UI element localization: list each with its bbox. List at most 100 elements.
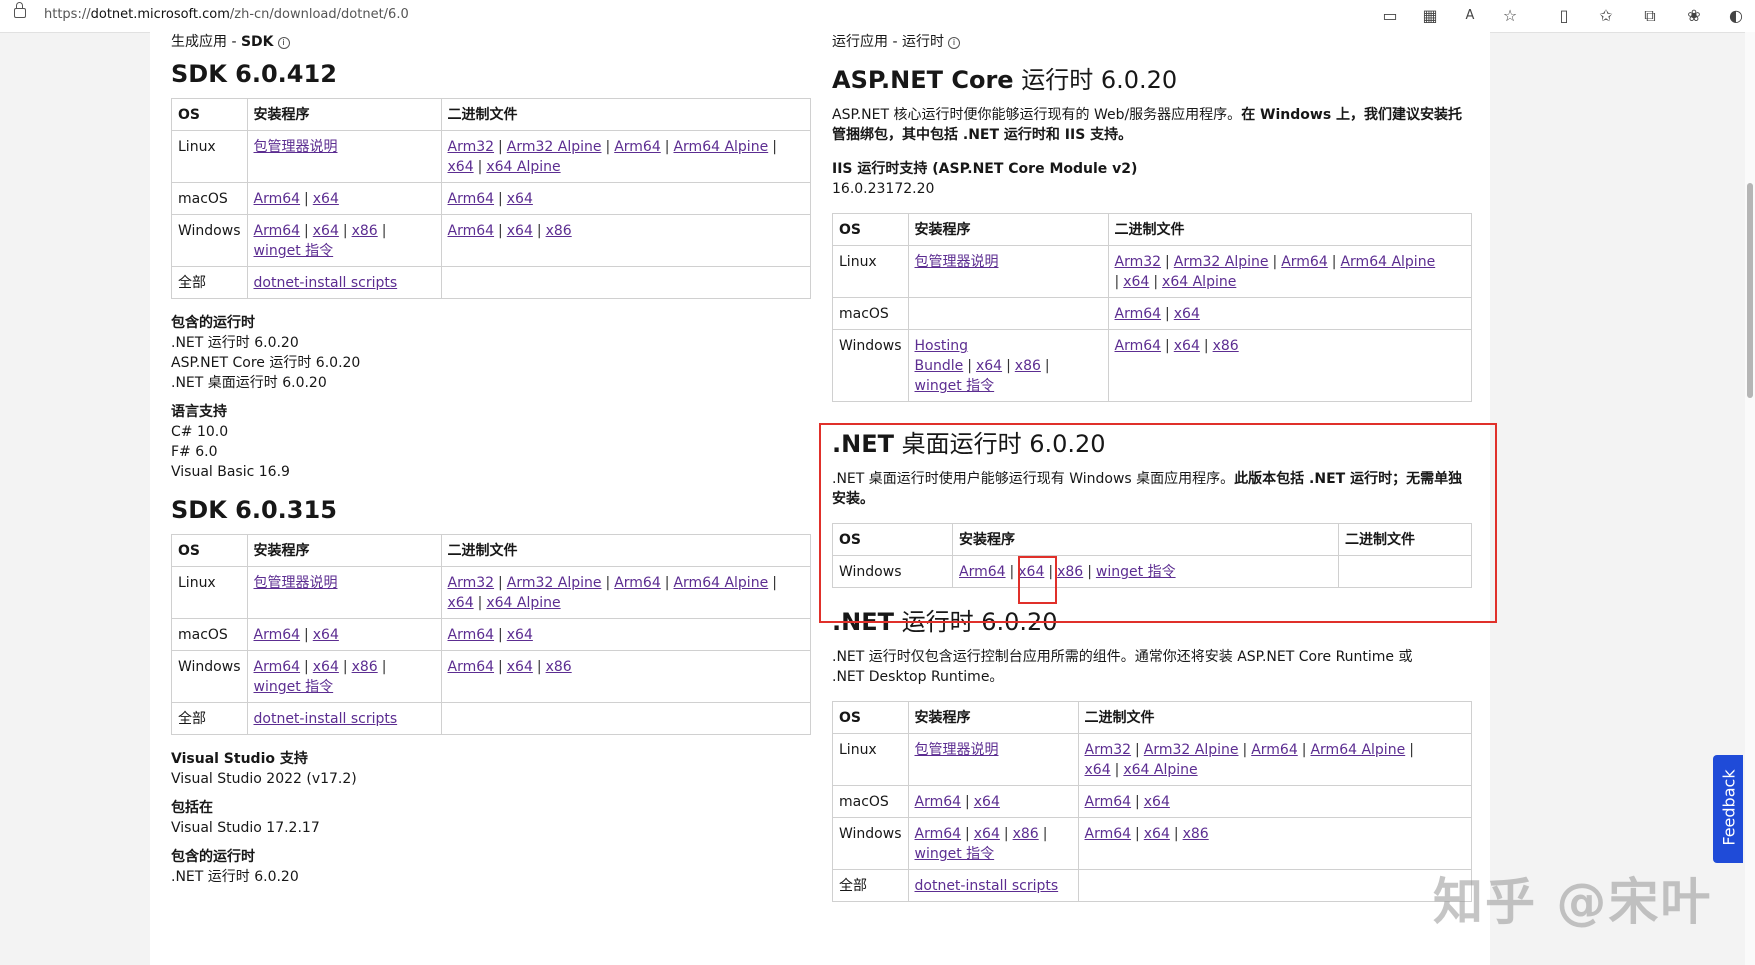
link-x64[interactable]: x64 — [1144, 794, 1170, 810]
feedback-button[interactable]: Feedback — [1713, 755, 1743, 863]
included-runtimes-2: 包含的运行时 .NET 运行时 6.0.20 — [171, 847, 811, 887]
address-bar[interactable]: https://dotnet.microsoft.com/zh-cn/downl… — [44, 7, 409, 22]
link-arm64-alpine[interactable]: Arm64 Alpine — [1310, 742, 1405, 758]
package-manager-link[interactable]: 包管理器说明 — [915, 742, 999, 758]
favorite-star-icon[interactable]: ☆ — [1500, 6, 1520, 26]
link-arm32[interactable]: Arm32 — [1085, 742, 1132, 758]
link-arm64[interactable]: Arm64 — [448, 191, 495, 207]
link-x64[interactable]: x64 — [974, 826, 1000, 842]
link-install-scripts[interactable]: dotnet-install scripts — [915, 878, 1059, 894]
link-x64-alpine[interactable]: x64 Alpine — [486, 595, 560, 611]
link-x64[interactable]: x64 — [313, 223, 339, 239]
link-x86[interactable]: x86 — [1013, 826, 1039, 842]
link-arm64[interactable]: Arm64 — [1115, 306, 1162, 322]
link-arm64[interactable]: Arm64 — [614, 139, 661, 155]
sdk-title-1: SDK 6.0.412 — [171, 60, 337, 88]
link-arm64[interactable]: Arm64 — [915, 794, 962, 810]
os-cell: macOS — [171, 182, 248, 215]
link-arm64[interactable]: Arm64 — [614, 575, 661, 591]
link-install-scripts[interactable]: dotnet-install scripts — [254, 711, 398, 727]
link-x86[interactable]: x86 — [546, 659, 572, 675]
link-arm64[interactable]: Arm64 — [448, 659, 495, 675]
package-manager-link[interactable]: 包管理器说明 — [254, 575, 338, 591]
link-arm64[interactable]: Arm64 — [915, 826, 962, 842]
link-arm32-alpine[interactable]: Arm32 Alpine — [1174, 254, 1269, 270]
link-x64[interactable]: x64 — [507, 223, 533, 239]
scrollbar-thumb[interactable] — [1747, 183, 1753, 398]
link-x64[interactable]: x64 — [313, 191, 339, 207]
read-aloud-icon[interactable]: A — [1460, 6, 1480, 26]
link-arm64[interactable]: Arm64 — [254, 191, 301, 207]
package-manager-link[interactable]: 包管理器说明 — [254, 139, 338, 155]
link-arm32-alpine[interactable]: Arm32 Alpine — [1144, 742, 1239, 758]
link-arm64[interactable]: Arm64 — [448, 627, 495, 643]
favorites-icon[interactable]: ✩ — [1596, 6, 1616, 26]
link-x64[interactable]: x64 — [1174, 338, 1200, 354]
link-x64[interactable]: x64 — [448, 595, 474, 611]
link-x64[interactable]: x64 — [976, 358, 1002, 374]
link-x64[interactable]: x64 — [1144, 826, 1170, 842]
link-winget[interactable]: winget 指令 — [915, 846, 995, 862]
link-winget[interactable]: winget 指令 — [254, 243, 334, 259]
link-x64[interactable]: x64 — [1123, 274, 1149, 290]
link-x86[interactable]: x86 — [546, 223, 572, 239]
collections-icon[interactable]: ⧉ — [1640, 6, 1660, 26]
link-winget[interactable]: winget 指令 — [254, 679, 334, 695]
link-x64-alpine[interactable]: x64 Alpine — [486, 159, 560, 175]
link-x64[interactable]: x64 — [448, 159, 474, 175]
link-x64-alpine[interactable]: x64 Alpine — [1162, 274, 1236, 290]
link-arm64-alpine[interactable]: Arm64 Alpine — [673, 575, 768, 591]
link-x64[interactable]: x64 — [507, 191, 533, 207]
link-arm64[interactable]: Arm64 — [1281, 254, 1328, 270]
split-screen-icon[interactable]: ▯ — [1554, 6, 1574, 26]
link-x86[interactable]: x86 — [352, 659, 378, 675]
link-arm64[interactable]: Arm64 — [254, 659, 301, 675]
link-x86[interactable]: x86 — [1183, 826, 1209, 842]
link-arm64[interactable]: Arm64 — [1085, 826, 1132, 842]
link-arm64[interactable]: Arm64 — [1251, 742, 1298, 758]
link-arm32[interactable]: Arm32 — [448, 139, 495, 155]
lock-icon[interactable] — [14, 2, 26, 18]
link-arm32-alpine[interactable]: Arm32 Alpine — [507, 139, 602, 155]
link-x64[interactable]: x64 — [974, 794, 1000, 810]
info-icon[interactable]: i — [947, 37, 960, 49]
os-cell: Windows — [832, 329, 909, 402]
link-arm64[interactable]: Arm64 — [1085, 794, 1132, 810]
link-arm32[interactable]: Arm32 — [448, 575, 495, 591]
link-arm64-alpine[interactable]: Arm64 Alpine — [673, 139, 768, 155]
package-manager-link[interactable]: 包管理器说明 — [915, 254, 999, 270]
link-arm64[interactable]: Arm64 — [448, 223, 495, 239]
os-cell: macOS — [171, 618, 248, 651]
desktop-runtime-highlight — [819, 423, 1497, 623]
col-header-os: OS — [832, 213, 909, 246]
col-header-installer: 安装程序 — [907, 701, 1079, 734]
grid-icon[interactable]: ▦ — [1420, 6, 1440, 26]
link-x86[interactable]: x86 — [1015, 358, 1041, 374]
link-winget[interactable]: winget 指令 — [915, 378, 995, 394]
link-arm32[interactable]: Arm32 — [1115, 254, 1162, 270]
link-arm64[interactable]: Arm64 — [254, 223, 301, 239]
link-x64[interactable]: x64 — [507, 659, 533, 675]
link-x64-alpine[interactable]: x64 Alpine — [1123, 762, 1197, 778]
included-in-label: 包括在 — [171, 800, 213, 816]
table-row: Windows Arm64 | x64 | x86 | winget 指令 Arm64 | x6… — [171, 650, 811, 703]
col-header-binaries: 二进制文件 — [440, 98, 811, 131]
link-x64[interactable]: x64 — [1174, 306, 1200, 322]
link-arm32-alpine[interactable]: Arm32 Alpine — [507, 575, 602, 591]
app-available-icon[interactable]: ▭ — [1380, 6, 1400, 26]
link-x86[interactable]: x86 — [1213, 338, 1239, 354]
link-x64[interactable]: x64 — [507, 627, 533, 643]
extensions-icon[interactable]: ❀ — [1684, 6, 1704, 26]
link-x64[interactable]: x64 — [313, 627, 339, 643]
link-install-scripts[interactable]: dotnet-install scripts — [254, 275, 398, 291]
link-x64[interactable]: x64 — [313, 659, 339, 675]
info-icon[interactable]: i — [277, 37, 290, 49]
link-arm64[interactable]: Arm64 — [1115, 338, 1162, 354]
link-arm64[interactable]: Arm64 — [254, 627, 301, 643]
link-x86[interactable]: x86 — [352, 223, 378, 239]
scrollbar-track[interactable] — [1745, 32, 1755, 965]
profile-icon[interactable]: ◐ — [1726, 6, 1746, 26]
link-arm64-alpine[interactable]: Arm64 Alpine — [1340, 254, 1435, 270]
link-x64[interactable]: x64 — [1085, 762, 1111, 778]
link-hosting-bundle[interactable]: Hosting Bundle — [915, 338, 969, 374]
